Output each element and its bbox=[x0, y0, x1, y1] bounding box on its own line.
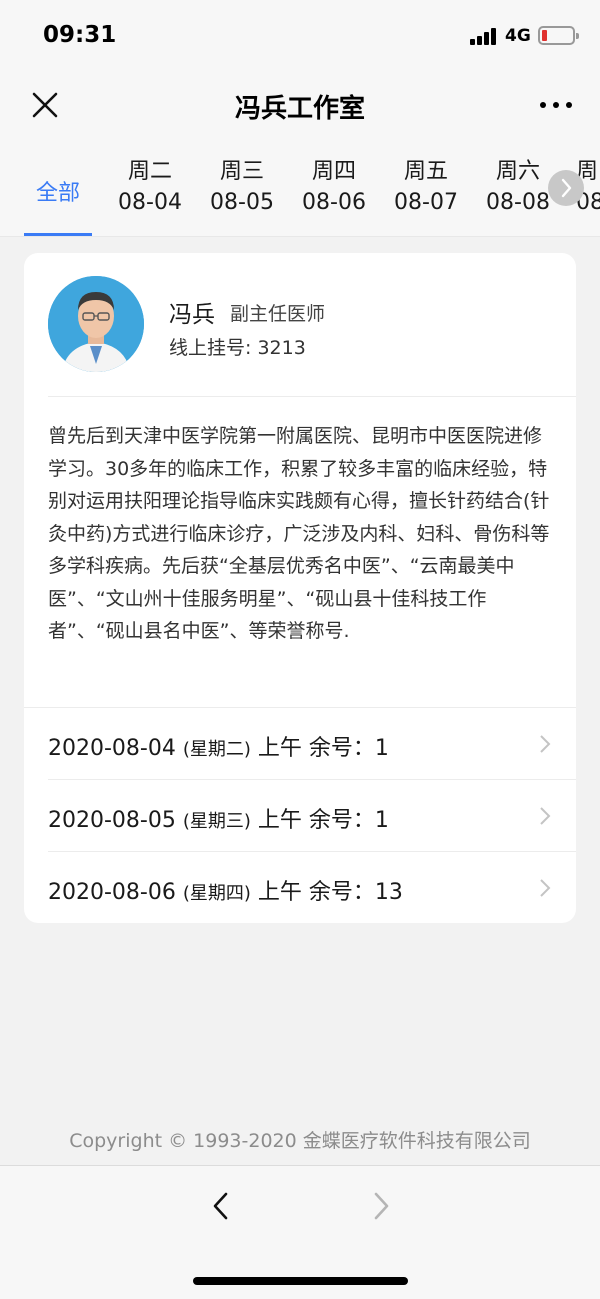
status-bar: 09:31 4G bbox=[0, 0, 600, 70]
tab-weekday: 周六 bbox=[495, 159, 540, 184]
back-button[interactable] bbox=[206, 1188, 236, 1224]
tab-day[interactable]: 周二 08-04 bbox=[110, 158, 190, 218]
page-title: 冯兵工作室 bbox=[234, 94, 365, 124]
schedule-weekday: (星期四) bbox=[182, 883, 251, 904]
schedule-weekday: (星期二) bbox=[182, 739, 251, 760]
tab-day[interactable]: 周四 08-06 bbox=[294, 158, 374, 218]
chevron-right-icon bbox=[561, 178, 572, 198]
tab-weekday: 周二 bbox=[127, 159, 172, 184]
doctor-card: 冯兵 副主任医师 线上挂号: 3213 曾先后到天津中医学院第一附属医院、昆明市… bbox=[24, 253, 576, 923]
home-indicator[interactable] bbox=[193, 1277, 408, 1285]
schedule-row[interactable]: 2020-08-05 (星期三) 上午 余号：1 bbox=[24, 780, 576, 852]
network-label: 4G bbox=[505, 26, 531, 46]
nav-bar: 冯兵工作室 bbox=[0, 70, 600, 142]
tab-day[interactable]: 周六 08-08 bbox=[478, 158, 558, 218]
tab-weekday: 周三 bbox=[219, 159, 264, 184]
schedule-detail: 上午 余号：1 bbox=[257, 736, 389, 761]
date-tabs: 全部 周二 08-04 周三 08-05 周四 08-06 周五 08-07 周… bbox=[0, 142, 600, 237]
schedule-date: 2020-08-04 bbox=[48, 736, 176, 761]
schedule-date: 2020-08-05 bbox=[48, 808, 176, 833]
more-button[interactable] bbox=[536, 94, 576, 114]
tabs-scroll-next-button[interactable] bbox=[548, 170, 584, 206]
tab-weekday: 周五 bbox=[403, 159, 448, 184]
schedule-weekday: (星期三) bbox=[182, 811, 251, 832]
tab-all-label: 全部 bbox=[35, 181, 80, 206]
schedule-row[interactable]: 2020-08-06 (星期四) 上午 余号：13 bbox=[24, 852, 576, 924]
tab-day[interactable]: 周三 08-05 bbox=[202, 158, 282, 218]
chevron-right-icon bbox=[540, 807, 551, 825]
battery-icon bbox=[538, 26, 579, 45]
tab-date: 08-05 bbox=[210, 190, 274, 215]
chevron-left-icon bbox=[213, 1192, 228, 1220]
chevron-right-icon bbox=[374, 1192, 389, 1220]
status-time: 09:31 bbox=[43, 22, 117, 48]
more-icon bbox=[540, 102, 546, 108]
schedule-detail: 上午 余号：13 bbox=[257, 880, 403, 905]
tab-weekday: 周四 bbox=[311, 159, 356, 184]
schedule-date: 2020-08-06 bbox=[48, 880, 176, 905]
signal-icon bbox=[470, 28, 498, 45]
doctor-title: 副主任医师 bbox=[230, 303, 326, 325]
tab-date: 08-07 bbox=[394, 190, 458, 215]
registration-count: 线上挂号: 3213 bbox=[169, 337, 306, 359]
schedule-row[interactable]: 2020-08-04 (星期二) 上午 余号：1 bbox=[24, 708, 576, 780]
avatar bbox=[48, 276, 144, 372]
forward-button[interactable] bbox=[366, 1188, 396, 1224]
tab-day[interactable]: 周五 08-07 bbox=[386, 158, 466, 218]
divider bbox=[48, 396, 576, 397]
tab-date: 08-04 bbox=[118, 190, 182, 215]
tab-all[interactable]: 全部 bbox=[24, 142, 92, 236]
doctor-intro: 曾先后到天津中医学院第一附属医院、昆明市中医医院进修学习。30多年的临床工作，积… bbox=[48, 425, 550, 642]
doctor-name: 冯兵 bbox=[169, 302, 215, 328]
copyright-footer: Copyright © 1993-2020 金蝶医疗软件科技有限公司 bbox=[69, 1130, 531, 1152]
tab-date: 08-06 bbox=[302, 190, 366, 215]
bottom-toolbar bbox=[0, 1165, 600, 1299]
tab-date: 08-08 bbox=[486, 190, 550, 215]
chevron-right-icon bbox=[540, 879, 551, 897]
active-tab-indicator bbox=[24, 233, 92, 236]
schedule-detail: 上午 余号：1 bbox=[257, 808, 389, 833]
chevron-right-icon bbox=[540, 735, 551, 753]
